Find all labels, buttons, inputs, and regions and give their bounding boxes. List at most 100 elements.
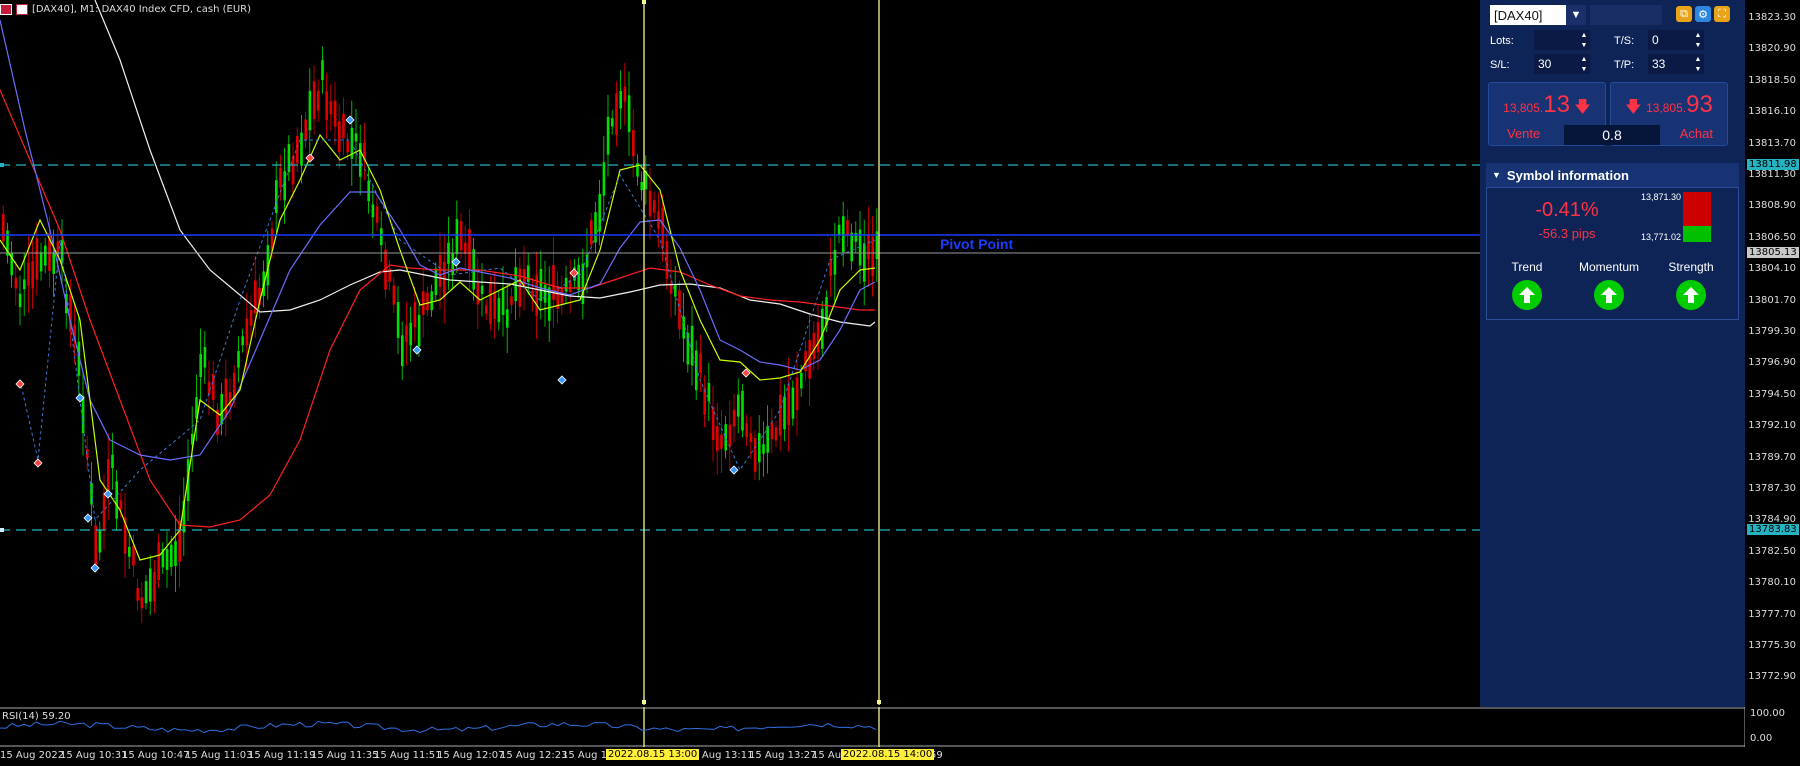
candle-body — [111, 454, 114, 468]
candles — [2, 46, 879, 624]
candle-body — [132, 545, 135, 566]
candle-body — [317, 90, 320, 111]
candle-body — [627, 95, 631, 133]
candle-body — [800, 372, 803, 389]
candle-body — [661, 208, 664, 249]
price-axis-label: 13818.50 — [1748, 74, 1796, 86]
chart-type-icon[interactable] — [0, 3, 12, 15]
candle-body — [602, 162, 606, 196]
lots-stepper[interactable]: ▲ ▼ — [1578, 30, 1590, 50]
candle-body — [745, 423, 748, 438]
time-axis-label: 15 Aug 13:27 — [749, 750, 817, 761]
candle-body — [766, 426, 769, 453]
candle-body — [770, 422, 774, 440]
rsi-label: RSI(14) 59.20 — [2, 711, 71, 722]
candle-body — [203, 347, 207, 368]
candle-body — [716, 426, 719, 452]
candle-body — [783, 396, 786, 430]
rsi-axis-top: 100.00 — [1750, 708, 1785, 719]
candle-body — [27, 262, 30, 286]
sl-field[interactable]: 30 — [1534, 54, 1578, 74]
lots-field[interactable] — [1534, 30, 1578, 50]
candle-body — [497, 298, 501, 323]
gear-icon[interactable]: ⚙ — [1695, 6, 1711, 22]
symbol-select[interactable]: [DAX40] ▼ — [1490, 5, 1586, 25]
candle-body — [867, 234, 870, 260]
range-bar-green — [1683, 226, 1711, 242]
price-chart[interactable] — [0, 0, 1480, 705]
candle-body — [149, 568, 152, 602]
candle-body — [249, 309, 253, 326]
price-axis-label: 13775.30 — [1748, 640, 1796, 651]
chevron-down-icon[interactable]: ▼ — [1566, 5, 1586, 25]
candle-body — [606, 116, 610, 155]
candle-body — [346, 141, 349, 153]
price-axis-label: 13787.30 — [1748, 483, 1796, 494]
candle-body — [2, 214, 5, 242]
price-axis-label: 13811.30 — [1748, 169, 1796, 180]
candle-body — [619, 91, 622, 109]
candle-body — [611, 118, 614, 127]
candle-body — [560, 286, 564, 304]
candle-body — [774, 427, 778, 441]
buy-label: Achat — [1679, 126, 1713, 141]
candle-body — [31, 261, 34, 289]
sl-stepper[interactable]: ▲ ▼ — [1578, 54, 1590, 74]
candle-body — [367, 180, 370, 202]
candle-body — [732, 409, 736, 427]
candle-body — [741, 390, 744, 431]
candle-body — [863, 243, 866, 282]
ts-stepper[interactable]: ▲ ▼ — [1692, 30, 1704, 50]
candle-body — [241, 336, 244, 346]
candle-body — [224, 378, 228, 418]
candle-body — [157, 542, 160, 581]
candle-body — [594, 212, 597, 243]
candle-body — [325, 91, 328, 121]
candle-body — [464, 242, 467, 254]
sell-label: Vente — [1507, 126, 1541, 141]
price-axis-label: 13799.30 — [1748, 326, 1796, 337]
time-axis-label: 15 Aug 11:51 — [374, 750, 442, 761]
candle-body — [338, 121, 341, 152]
candle-body — [699, 353, 702, 374]
tp-field[interactable]: 33 — [1648, 54, 1692, 74]
price-axis-label: 13780.10 — [1748, 577, 1796, 589]
trend-label: Trend — [1511, 260, 1543, 274]
rsi-pane[interactable] — [0, 707, 1745, 747]
price-axis: 13823.30 13820.90 13818.50 13816.10 13813.70… — [1745, 0, 1800, 705]
symbol-info-box: -0.41% -56.3 pips 13,871.30 13,771.02 Tr… — [1486, 187, 1739, 320]
candle-body — [758, 433, 761, 463]
symbol-info-header[interactable]: ▼ Symbol information — [1486, 163, 1739, 187]
time-axis: 15 Aug 2022 15 Aug 10:31 15 Aug 10:47 15 Au… — [0, 747, 1745, 766]
symbol-value: [DAX40] — [1494, 7, 1543, 23]
candle-body — [342, 113, 345, 139]
ma-white — [94, 0, 876, 327]
copy-icon[interactable]: ⧉ — [1676, 6, 1692, 22]
fractal-markers — [15, 115, 751, 573]
price-axis-label: 13794.50 — [1748, 388, 1796, 400]
price-axis-label: 13808.90 — [1748, 200, 1796, 212]
candle-body — [207, 381, 211, 395]
candle-body — [405, 325, 408, 343]
candle-body — [98, 529, 102, 553]
momentum-up-arrow-icon — [1594, 280, 1624, 310]
candle-body — [18, 293, 22, 308]
momentum-label: Momentum — [1578, 260, 1640, 274]
price-axis-label: 13801.70 — [1748, 294, 1796, 306]
trading-icon[interactable] — [16, 3, 28, 15]
candle-body — [829, 259, 832, 276]
ts-field[interactable]: 0 — [1648, 30, 1692, 50]
price-axis-label: 13782.50 — [1748, 545, 1796, 557]
price-axis-label: 13804.10 — [1748, 263, 1796, 275]
volume-input[interactable] — [1590, 5, 1662, 25]
candle-body — [23, 279, 26, 290]
candle-body — [438, 254, 442, 287]
expand-icon[interactable]: ⛶ — [1714, 6, 1730, 22]
caret-down-icon: ▼ — [1492, 170, 1501, 180]
price-axis-label: 13772.90 — [1748, 671, 1796, 683]
candle-body — [371, 204, 375, 218]
tp-stepper[interactable]: ▲ ▼ — [1692, 54, 1704, 74]
resistance-price-tag: 13811.98 — [1747, 159, 1799, 170]
candle-body — [552, 265, 555, 300]
change-pips: -56.3 pips — [1538, 226, 1596, 241]
